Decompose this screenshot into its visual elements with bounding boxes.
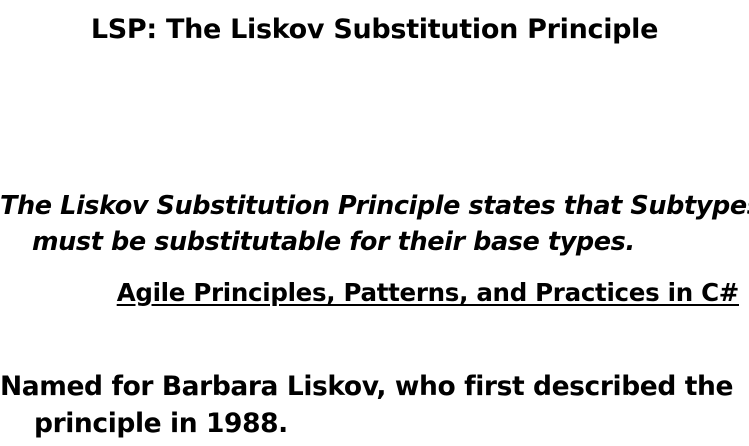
quote-line-1: The Liskov Substitution Principle states… bbox=[0, 191, 749, 221]
history-note-line-2: principle in 1988. bbox=[34, 408, 288, 439]
quote-line-2: must be substitutable for their base typ… bbox=[32, 227, 635, 257]
quote-source-citation: Agile Principles, Patterns, and Practice… bbox=[116, 278, 740, 307]
history-note: Named for Barbara Liskov, who first desc… bbox=[0, 368, 749, 442]
lsp-definition-quote: The Liskov Substitution Principle states… bbox=[0, 188, 749, 260]
slide-title: LSP: The Liskov Substitution Principle bbox=[90, 14, 659, 45]
history-note-line-1: Named for Barbara Liskov, who first desc… bbox=[0, 371, 734, 402]
